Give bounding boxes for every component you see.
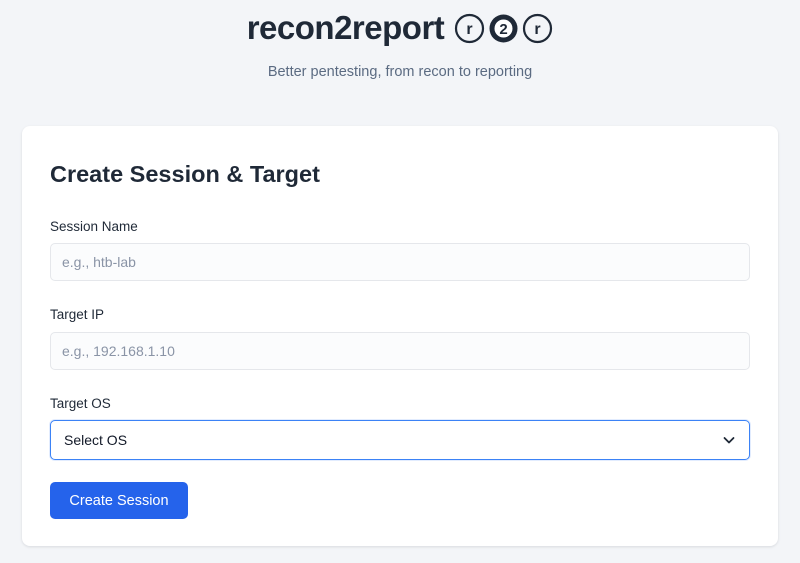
- target-ip-input[interactable]: [50, 332, 750, 370]
- app-title: recon2report: [246, 9, 445, 46]
- target-ip-label: Target IP: [50, 307, 105, 322]
- r2r-logo: r 2 r: [454, 13, 553, 44]
- logo-circle-2-icon: 2: [489, 14, 518, 42]
- create-session-button[interactable]: Create Session: [50, 482, 188, 519]
- logo-circle-r-icon: r: [523, 13, 553, 43]
- logo-letter-1: r: [467, 21, 473, 38]
- session-name-label: Session Name: [50, 219, 138, 234]
- form-title: Create Session & Target: [50, 161, 320, 187]
- logo-letter-3: r: [535, 21, 541, 38]
- create-session-card: Create Session & Target Session Name Tar…: [22, 126, 778, 546]
- target-os-selected-value: Select OS: [64, 432, 128, 448]
- logo-circle-r-icon: r: [455, 13, 485, 43]
- tagline: Better pentesting, from recon to reporti…: [267, 64, 533, 80]
- target-os-select[interactable]: Select OS: [50, 420, 750, 460]
- session-name-input[interactable]: [50, 243, 750, 281]
- target-os-label: Target OS: [50, 396, 111, 411]
- brand: recon2report r 2 r: [0, 6, 800, 50]
- logo-letter-2: 2: [500, 21, 508, 38]
- chevron-down-icon: [723, 437, 735, 444]
